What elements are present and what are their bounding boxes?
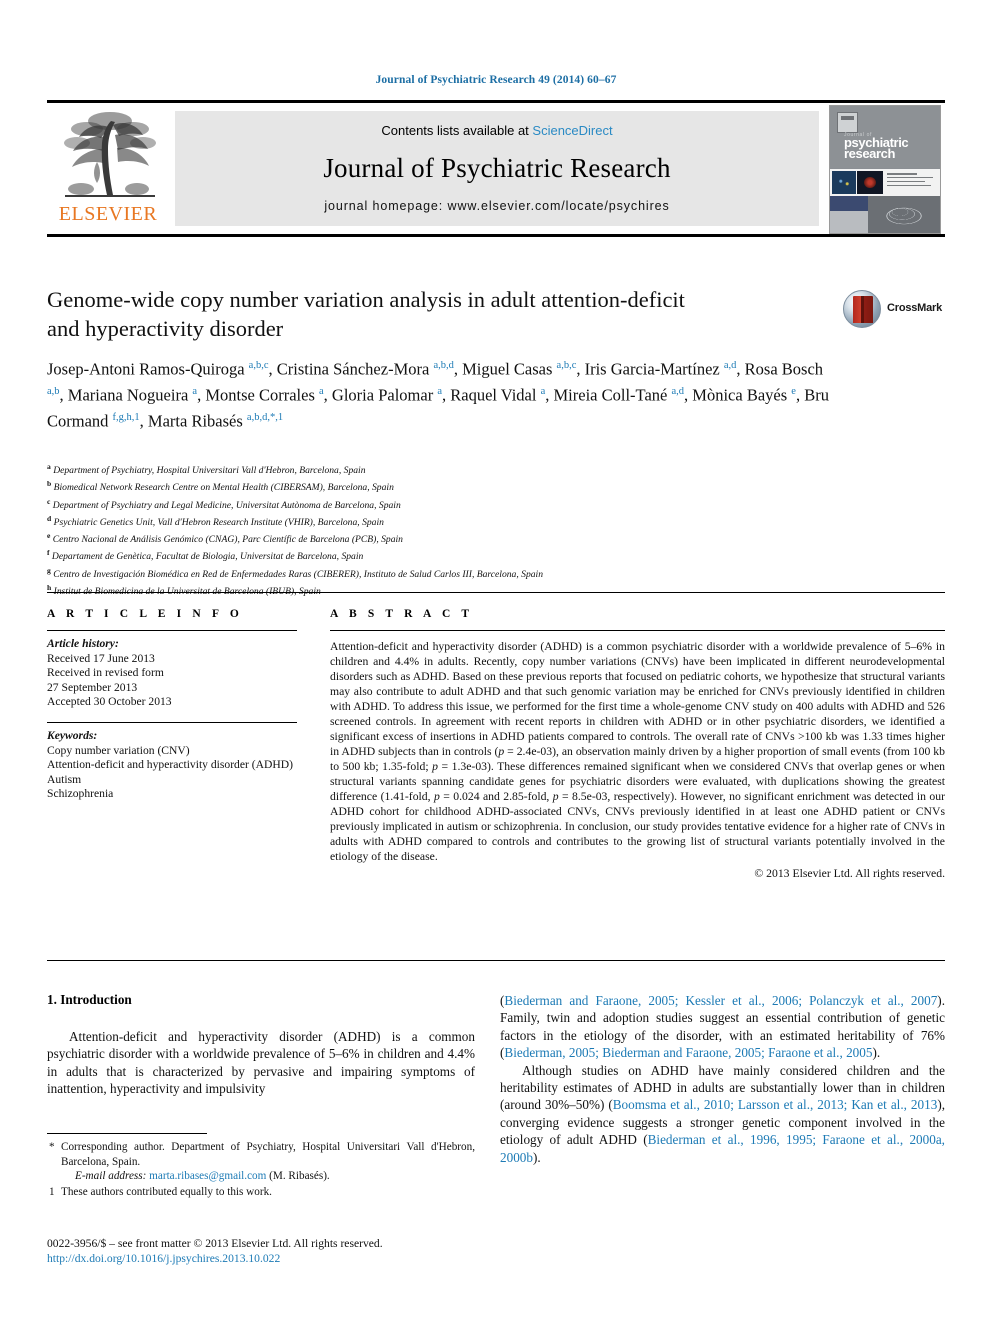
affiliation-mark: f [47,548,50,558]
imprint-front-matter: 0022-3956/$ – see front matter © 2013 El… [47,1237,383,1250]
journal-homepage-link[interactable]: journal homepage: www.elsevier.com/locat… [175,199,819,213]
section-title-introduction: 1. Introduction [47,992,132,1007]
footnote-rule [47,1133,207,1134]
elsevier-tree-icon [57,107,161,203]
intro-paragraph-right-2: Although studies on ADHD have mainly con… [500,1062,946,1165]
article-history-line: Accepted 30 October 2013 [47,695,172,709]
journal-title: Journal of Psychiatric Research [323,153,671,183]
affiliation-mark: c [47,496,51,506]
equal-contribution-mark: 1 [49,1185,55,1198]
corresponding-author-text: Corresponding author. Department of Psyc… [61,1141,475,1168]
crossmark-label: CrossMark [887,302,943,314]
footnote-block: * Corresponding author. Department of Ps… [47,1140,475,1199]
affiliation-item: c Department of Psychiatry and Legal Med… [47,496,401,511]
abstract-copyright: © 2013 Elsevier Ltd. All rights reserved… [754,867,945,880]
article-info-heading: A R T I C L E I N F O [47,608,243,620]
article-history-line: 27 September 2013 [47,680,138,694]
email-address[interactable]: marta.ribases@gmail.com [149,1170,266,1182]
keywords-label: Keywords: [47,728,98,742]
intro-paragraph-right-1: (Biederman and Faraone, 2005; Kessler et… [500,993,945,1061]
email-owner: (M. Ribasés). [269,1170,330,1183]
affiliation-item: a Department of Psychiatry, Hospital Uni… [47,462,366,477]
equal-contribution-text: These authors contributed equally to thi… [61,1185,272,1198]
affiliation-item: b Biomedical Network Research Centre on … [47,479,394,494]
running-head-citation: Journal of Psychiatric Research 49 (2014… [375,74,617,86]
body-top-rule [47,960,945,961]
article-history-block: Article history: Received 17 June 2013 Re… [47,637,297,710]
doi-link[interactable]: http://dx.doi.org/10.1016/j.jpsychires.2… [47,1251,487,1266]
cover-image-neuron [857,171,883,194]
affiliation-item: g Centro de Investigación Biomédica en R… [47,565,543,580]
keyword-item: Schizophrenia [47,787,114,801]
affiliation-mark: b [47,479,52,489]
affiliation-mark: h [47,582,52,592]
keywords-rule [47,721,297,723]
email-row: E-mail address: marta.ribases@gmail.com … [61,1169,475,1184]
corresponding-author-note: * Corresponding author. Department of Ps… [47,1140,475,1184]
author-list: Josep-Antoni Ramos-Quiroga a,b,c, Cristi… [47,359,829,431]
crossmark-icon [843,290,881,328]
journal-cover-thumbnail: Journal of psychiatric research [829,105,941,234]
abstract-column: A B S T R A C T Attention-deficit and hy… [330,608,945,880]
affiliation-item: f Departament de Genètica, Facultat de B… [47,548,364,563]
journal-article-page: Journal of Psychiatric Research 49 (2014… [0,0,992,1323]
keywords-block: Keywords: Copy number variation (CNV) Att… [47,729,297,802]
sciencedirect-link[interactable]: ScienceDirect [532,123,612,138]
info-top-rule [47,592,945,593]
affiliation-mark: g [47,565,51,575]
cover-logo-icon [837,112,858,133]
keyword-item: Attention-deficit and hyperactivity diso… [47,758,293,772]
cover-brain-graphic [870,198,940,233]
journal-masthead: ELSEVIER Contents lists available at Sci… [47,100,945,237]
elsevier-logo: ELSEVIER [49,107,167,229]
article-history-line: Received in revised form [47,666,164,680]
email-line: E-mail address: marta.ribases@gmail.com … [61,1169,475,1184]
affiliation-list: a Department of Psychiatry, Hospital Uni… [47,460,947,598]
abstract-body: Attention-deficit and hyperactivity diso… [330,640,946,863]
article-history-lines: Received 17 June 2013 Received in revised… [47,652,297,710]
abstract-rule [330,630,945,631]
body-column-right: (Biederman and Faraone, 2005; Kessler et… [500,992,945,1166]
affiliation-mark: d [47,513,52,523]
page-title: Genome-wide copy number variation analys… [47,287,685,341]
elsevier-wordmark: ELSEVIER [58,203,158,225]
article-info-column: A R T I C L E I N F O Article history: R… [47,608,297,802]
crossmark-badge[interactable]: CrossMark [843,290,943,330]
contents-available-line: Contents lists available at ScienceDirec… [175,123,819,138]
keyword-item: Autism [47,772,82,786]
abstract-heading: A B S T R A C T [330,608,474,620]
article-history-line: Received 17 June 2013 [47,651,155,665]
corresponding-author-mark: * [49,1141,55,1153]
cover-image-cells [832,171,856,194]
intro-paragraph-left: Attention-deficit and hyperactivity diso… [47,1029,475,1097]
contents-prefix: Contents lists available at [381,123,533,138]
keyword-item: Copy number variation (CNV) [47,743,190,757]
email-label: E-mail address: [75,1170,147,1183]
affiliation-item: e Centro Nacional de Análisis Genómico (… [47,531,403,546]
keyword-lines: Copy number variation (CNV) Attention-def… [47,744,297,802]
affiliation-item: d Psychiatric Genetics Unit, Vall d'Hebr… [47,513,384,529]
imprint-block: 0022-3956/$ – see front matter © 2013 El… [47,1236,487,1266]
cover-text-lines [887,173,937,189]
body-column-left: 1. Introduction Attention-deficit and hy… [47,992,475,1098]
equal-contribution-note: 1 These authors contributed equally to t… [47,1185,475,1200]
affiliation-item: h Institut de Biomedicina de la Universi… [47,582,321,598]
masthead-grey-band: Contents lists available at ScienceDirec… [175,111,819,226]
affiliation-mark: a [47,462,51,471]
article-history-label: Article history: [47,637,119,650]
article-info-rule [47,630,297,631]
affiliation-mark: e [47,531,51,541]
cover-journal-name: psychiatric research [844,135,909,161]
